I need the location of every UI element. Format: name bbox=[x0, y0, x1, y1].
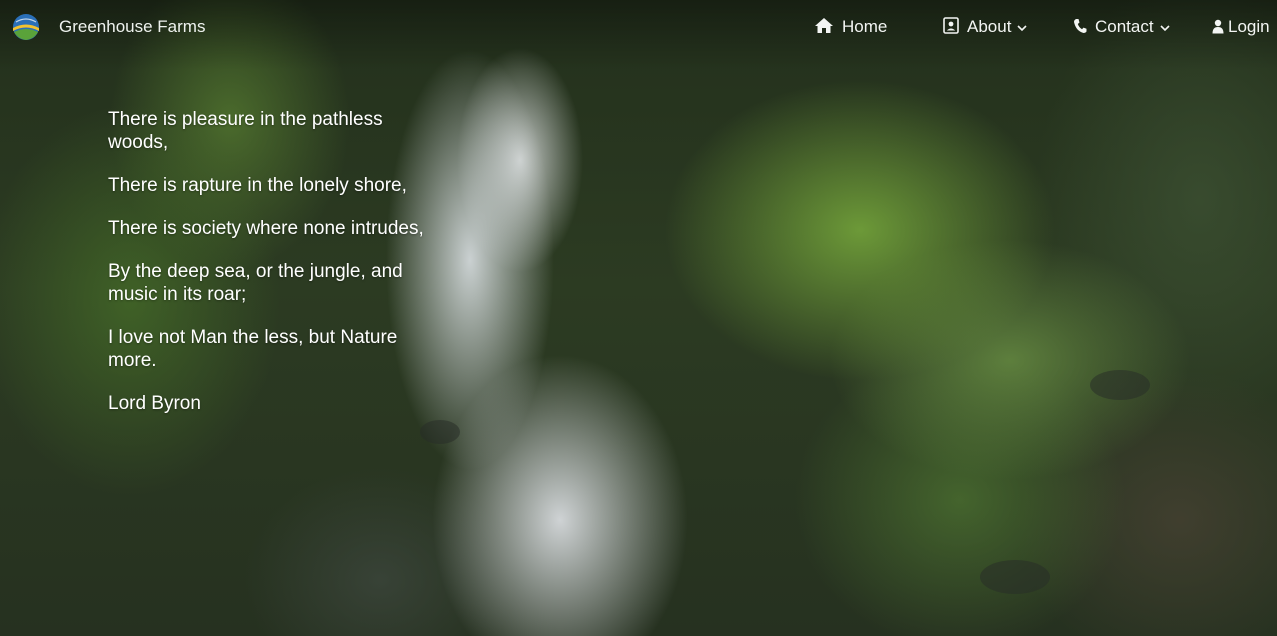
brand-name[interactable]: Greenhouse Farms bbox=[59, 17, 205, 37]
chevron-down-icon bbox=[1017, 25, 1028, 32]
poem-line: There is rapture in the lonely shore, bbox=[108, 175, 407, 196]
user-icon bbox=[1212, 19, 1224, 34]
nav-home-label: Home bbox=[842, 17, 888, 36]
nav-login[interactable]: Login bbox=[1212, 17, 1270, 37]
home-icon bbox=[815, 18, 833, 33]
poem-author: Lord Byron bbox=[108, 393, 201, 414]
chevron-down-icon bbox=[1160, 25, 1170, 32]
nav-login-label: Login bbox=[1228, 17, 1270, 36]
navbar: Greenhouse Farms Home About Contact Logi… bbox=[0, 0, 1277, 56]
poem: There is pleasure in the pathless woods,… bbox=[108, 108, 438, 415]
nav-about[interactable]: About bbox=[943, 17, 1028, 37]
nav-contact-label: Contact bbox=[1095, 17, 1154, 36]
phone-icon bbox=[1074, 19, 1087, 33]
contact-card-icon bbox=[943, 17, 959, 34]
poem-line: There is society where none intrudes, bbox=[108, 218, 424, 239]
nav-home[interactable]: Home bbox=[814, 17, 887, 37]
poem-line: By the deep sea, or the jungle, and musi… bbox=[108, 261, 403, 305]
globe-logo-icon[interactable] bbox=[12, 13, 40, 41]
nav-about-label: About bbox=[967, 17, 1012, 36]
poem-line: I love not Man the less, but Nature more… bbox=[108, 327, 398, 371]
nav-contact[interactable]: Contact bbox=[1073, 17, 1170, 37]
poem-line: There is pleasure in the pathless woods, bbox=[108, 109, 383, 153]
